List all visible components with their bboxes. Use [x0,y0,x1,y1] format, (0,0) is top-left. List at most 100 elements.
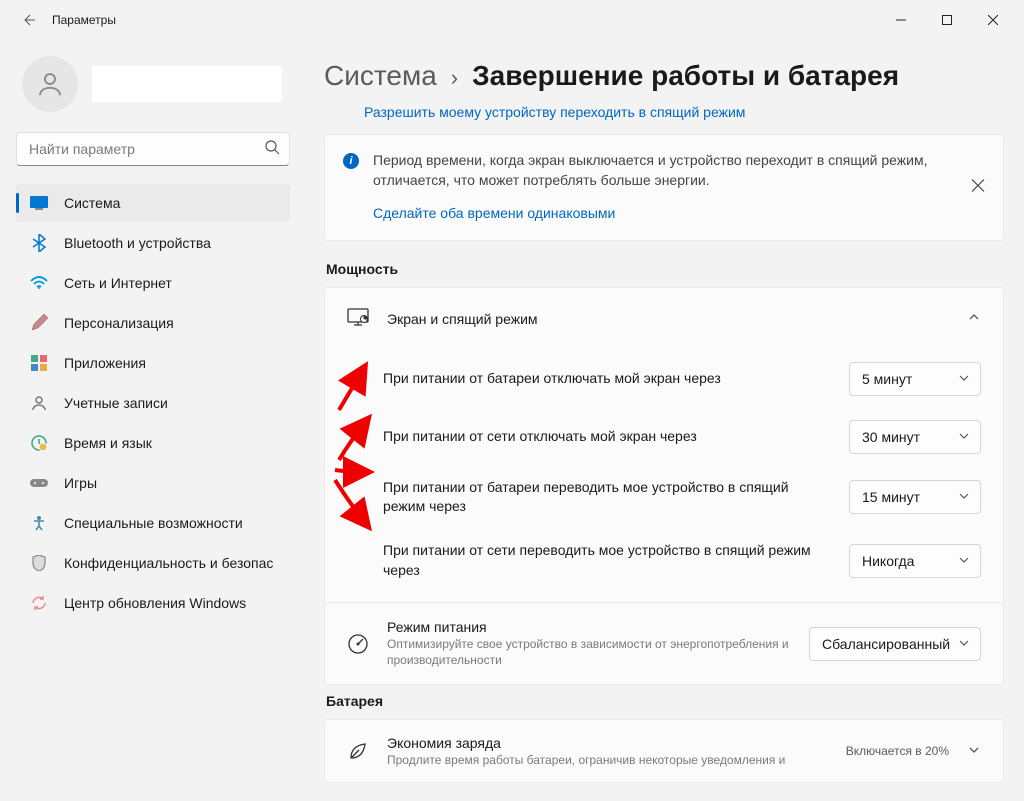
setting-list: При питании от батареи отключать мой экр… [325,350,1003,602]
minimize-button[interactable] [878,4,924,36]
chevron-down-icon [958,371,970,387]
nav-network[interactable]: Сеть и Интернет [16,264,290,302]
gamepad-icon [30,474,48,492]
breadcrumb: Система › Завершение работы и батарея [324,60,1004,92]
leaf-icon [347,740,369,762]
power-mode-dropdown[interactable]: Сбалансированный [809,627,981,661]
power-mode-title: Режим питания [387,619,791,635]
nav-label: Приложения [64,355,146,371]
page-title: Завершение работы и батарея [472,60,899,92]
nav-label: Bluetooth и устройства [64,235,211,251]
nav-label: Персонализация [64,315,174,331]
close-button[interactable] [970,4,1016,36]
allow-sleep-link[interactable]: Разрешить моему устройству переходить в … [364,104,745,120]
battery-saver-status: Включается в 20% [846,744,949,758]
setting-row: При питании от сети переводить мое устро… [347,529,981,592]
nav-label: Конфиденциальность и безопас [64,555,273,571]
setting-row: При питании от батареи отключать мой экр… [347,350,981,408]
info-close-button[interactable] [971,179,985,196]
apps-icon [30,354,48,372]
nav-label: Сеть и Интернет [64,275,172,291]
nav-label: Время и язык [64,435,152,451]
shield-icon [30,554,48,572]
chevron-up-icon [967,310,981,327]
section-battery: Батарея [326,693,1004,709]
search-input[interactable] [16,132,290,166]
brush-icon [30,314,48,332]
nav-time-language[interactable]: Время и язык [16,424,290,462]
clock-icon [30,434,48,452]
sleep-battery-dropdown[interactable]: 15 минут [849,480,981,514]
info-text: Период времени, когда экран выключается … [373,152,928,188]
setting-label: При питании от сети переводить мое устро… [347,541,833,580]
nav-privacy[interactable]: Конфиденциальность и безопас [16,544,290,582]
battery-saver-panel: Экономия заряда Продлите время работы ба… [324,719,1004,783]
search [16,132,290,166]
battery-saver-subtitle: Продлите время работы батареи, ограничив… [387,753,828,769]
system-icon [30,194,48,212]
chevron-down-icon [958,429,970,445]
sidebar: Система Bluetooth и устройства Сеть и Ин… [0,40,300,801]
info-icon: i [343,153,359,169]
setting-label: При питании от батареи переводить мое ус… [347,478,833,517]
back-button[interactable] [8,4,48,36]
nav-windows-update[interactable]: Центр обновления Windows [16,584,290,622]
nav: Система Bluetooth и устройства Сеть и Ин… [16,184,290,622]
nav-gaming[interactable]: Игры [16,464,290,502]
nav-accounts[interactable]: Учетные записи [16,384,290,422]
battery-saver-title: Экономия заряда [387,735,828,751]
accessibility-icon [30,514,48,532]
power-mode-subtitle: Оптимизируйте свое устройство в зависимо… [387,637,791,668]
setting-row: При питании от батареи переводить мое ус… [347,466,981,529]
info-action-link[interactable]: Сделайте оба времени одинаковыми [373,204,985,224]
wifi-icon [30,274,48,292]
battery-saver-header[interactable]: Экономия заряда Продлите время работы ба… [325,720,1003,782]
dropdown-value: 30 минут [862,429,920,445]
setting-label: При питании от батареи отключать мой экр… [347,369,833,389]
dropdown-value: Никогда [862,553,914,569]
screen-off-battery-dropdown[interactable]: 5 минут [849,362,981,396]
nav-bluetooth[interactable]: Bluetooth и устройства [16,224,290,262]
screen-off-plugged-dropdown[interactable]: 30 минут [849,420,981,454]
breadcrumb-parent[interactable]: Система [324,60,437,92]
chevron-down-icon [958,636,970,652]
profile-name [92,66,282,102]
window-title: Параметры [52,13,116,27]
nav-label: Система [64,195,120,211]
avatar [22,56,78,112]
power-mode-row[interactable]: Режим питания Оптимизируйте свое устройс… [325,602,1003,684]
screen-sleep-panel: Экран и спящий режим [324,287,1004,686]
section-power: Мощность [326,261,1004,277]
info-card: i Период времени, когда экран выключаетс… [324,134,1004,241]
allow-sleep-link-row: Разрешить моему устройству переходить в … [324,100,1004,134]
setting-row: При питании от сети отключать мой экран … [347,408,981,466]
chevron-down-icon [958,553,970,569]
nav-label: Центр обновления Windows [64,595,246,611]
dropdown-value: 15 минут [862,489,920,505]
nav-accessibility[interactable]: Специальные возможности [16,504,290,542]
screen-sleep-header[interactable]: Экран и спящий режим [325,288,1003,350]
setting-label: При питании от сети отключать мой экран … [347,427,833,447]
content: Система › Завершение работы и батарея Ра… [300,40,1024,801]
chevron-down-icon [967,743,981,760]
chevron-down-icon [958,489,970,505]
gauge-icon [347,633,369,655]
dropdown-value: Сбалансированный [822,636,950,652]
accounts-icon [30,394,48,412]
bluetooth-icon [30,234,48,252]
update-icon [30,594,48,612]
profile[interactable] [16,48,290,132]
nav-system[interactable]: Система [16,184,290,222]
breadcrumb-separator: › [451,65,458,91]
screen-sleep-title: Экран и спящий режим [387,311,949,327]
nav-personalization[interactable]: Персонализация [16,304,290,342]
sleep-plugged-dropdown[interactable]: Никогда [849,544,981,578]
nav-apps[interactable]: Приложения [16,344,290,382]
nav-label: Специальные возможности [64,515,243,531]
maximize-button[interactable] [924,4,970,36]
dropdown-value: 5 минут [862,371,912,387]
screen-icon [347,308,369,330]
titlebar: Параметры [0,0,1024,40]
nav-label: Учетные записи [64,395,168,411]
search-icon [264,139,280,158]
